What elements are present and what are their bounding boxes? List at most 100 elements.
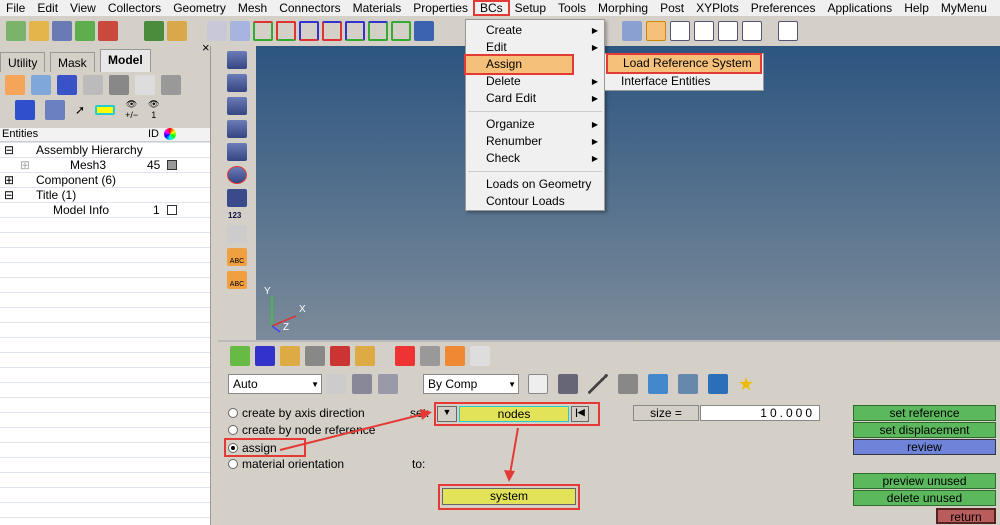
screen-icon[interactable] [414, 21, 434, 41]
save-icon[interactable] [52, 21, 72, 41]
open-icon[interactable] [29, 21, 49, 41]
menu-view[interactable]: View [64, 1, 102, 15]
shaded-plane-icon[interactable] [648, 374, 668, 394]
delete-unused-button[interactable]: delete unused [853, 490, 996, 506]
size-button[interactable]: size = [633, 405, 699, 421]
zoom-icon[interactable] [207, 21, 227, 41]
menu-item-assign[interactable]: Assign [464, 54, 574, 75]
eye-isolate-icon[interactable]: 👁 1 [148, 99, 159, 120]
menu-help[interactable]: Help [898, 1, 935, 15]
tree-row-title[interactable]: ⊟ Title (1) [0, 187, 210, 202]
view-zx-icon[interactable] [299, 21, 319, 41]
view-iso-icon[interactable] [391, 21, 411, 41]
plane-icon[interactable] [618, 374, 638, 394]
display-mode-icon[interactable] [15, 99, 35, 120]
tree-row-mesh3[interactable]: ⊞ Mesh3 45 [0, 157, 210, 172]
mesh-tool-icon[interactable] [227, 97, 247, 115]
menu-mesh[interactable]: Mesh [232, 1, 273, 15]
view-zy-icon[interactable] [345, 21, 365, 41]
menu-item-edit[interactable]: Edit ▶ [466, 39, 604, 56]
menu-item-create[interactable]: Create ▶ [466, 22, 604, 39]
menu-setup[interactable]: Setup [509, 1, 552, 15]
window-layout-1-icon[interactable] [646, 21, 666, 41]
window-layout-6-icon[interactable] [778, 21, 798, 41]
show-all-icon[interactable] [5, 75, 25, 95]
label-abc-2-icon[interactable]: ABC [227, 271, 247, 289]
tab-utility[interactable]: Utility [0, 52, 46, 72]
view-xy-icon[interactable] [253, 21, 273, 41]
preview-unused-button[interactable]: preview unused [853, 473, 996, 489]
color-icon[interactable] [95, 104, 116, 115]
menu-mymenu[interactable]: MyMenu [935, 1, 993, 15]
assembly-icon[interactable] [83, 75, 103, 95]
view-xz-icon[interactable] [322, 21, 342, 41]
element-display-icon[interactable] [45, 99, 65, 120]
mesh-tool-icon[interactable] [227, 74, 247, 92]
window-layout-5-icon[interactable] [742, 21, 762, 41]
review-button[interactable]: review [853, 439, 996, 455]
mesh-tool-icon[interactable] [227, 120, 247, 138]
component-icon[interactable] [57, 75, 77, 95]
menu-properties[interactable]: Properties [407, 1, 474, 15]
select-cursor-icon[interactable]: ➚ [75, 103, 85, 117]
menu-item-organize[interactable]: Organize ▶ [466, 116, 604, 133]
window-layout-2-icon[interactable] [670, 21, 690, 41]
menu-post[interactable]: Post [654, 1, 690, 15]
menu-xyplots[interactable]: XYPlots [690, 1, 745, 15]
menu-morphing[interactable]: Morphing [592, 1, 654, 15]
results-icon[interactable] [167, 21, 187, 41]
set-displacement-button[interactable]: set displacement [853, 422, 996, 438]
tree-row-component[interactable]: ⊞ Component (6) [0, 172, 210, 187]
numbering-icon[interactable]: 123 [228, 211, 256, 220]
user-icon[interactable] [144, 21, 164, 41]
menu-bcs[interactable]: BCs [472, 0, 510, 16]
menu-item-contour-loads[interactable]: Contour Loads [466, 193, 604, 210]
view-yz-icon[interactable] [368, 21, 388, 41]
set-reference-button[interactable]: set reference [853, 405, 996, 421]
column-entities[interactable]: Entities [0, 128, 148, 141]
menu-materials[interactable]: Materials [347, 1, 408, 15]
menu-item-load-reference-system[interactable]: Load Reference System [606, 53, 762, 74]
menu-preferences[interactable]: Preferences [745, 1, 822, 15]
filter-icon[interactable] [161, 75, 181, 95]
mesh-tool-icon[interactable] [227, 51, 247, 69]
menu-file[interactable]: File [0, 1, 31, 15]
mesh-tool-icon[interactable] [227, 143, 247, 161]
export-icon[interactable] [98, 21, 118, 41]
rotate-icon[interactable] [622, 21, 642, 41]
column-id[interactable]: ID [148, 128, 164, 141]
view-yx-icon[interactable] [276, 21, 296, 41]
menu-applications[interactable]: Applications [821, 1, 898, 15]
nodes-icon[interactable] [678, 374, 698, 394]
menu-item-renumber[interactable]: Renumber ▶ [466, 133, 604, 150]
menu-connectors[interactable]: Connectors [273, 1, 346, 15]
size-input[interactable]: 10.000 [700, 405, 820, 421]
tree-row-assembly[interactable]: ⊟ Assembly Hierarchy [0, 142, 210, 157]
menu-item-interface-entities[interactable]: Interface Entities [605, 73, 763, 90]
star-icon[interactable]: ★ [738, 374, 758, 394]
window-layout-3-icon[interactable] [694, 21, 714, 41]
menu-item-delete[interactable]: Delete ▶ [466, 73, 604, 90]
tree-row-model-info[interactable]: Model Info 1 [0, 202, 210, 217]
color-swatch[interactable] [167, 204, 177, 215]
return-button[interactable]: return [936, 508, 996, 524]
back-view-icon[interactable] [230, 21, 250, 41]
menu-collectors[interactable]: Collectors [102, 1, 167, 15]
measure-icon[interactable] [227, 225, 247, 243]
tab-mask[interactable]: Mask [50, 52, 95, 72]
menu-edit[interactable]: Edit [31, 1, 64, 15]
menu-item-loads-on-geometry[interactable]: Loads on Geometry [466, 176, 604, 193]
import-icon[interactable] [75, 21, 95, 41]
window-layout-4-icon[interactable] [718, 21, 738, 41]
binoculars-icon[interactable] [227, 189, 247, 207]
color-swatch[interactable] [167, 159, 177, 170]
menu-tools[interactable]: Tools [552, 1, 592, 15]
tab-model[interactable]: Model [100, 49, 151, 72]
mesh-tool-icon[interactable] [227, 166, 247, 184]
hierarchy-icon[interactable] [31, 75, 51, 95]
monitor-icon[interactable] [708, 374, 728, 394]
label-abc-icon[interactable]: ABC [227, 248, 247, 266]
mesh-icon[interactable] [109, 75, 129, 95]
eye-toggle-icon[interactable]: 👁 +/− [125, 99, 138, 120]
menu-geometry[interactable]: Geometry [167, 1, 232, 15]
